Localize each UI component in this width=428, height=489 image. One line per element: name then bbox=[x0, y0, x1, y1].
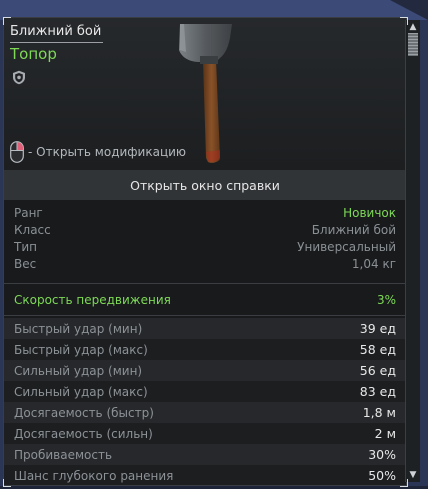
item-category: Ближний бой bbox=[10, 24, 104, 43]
stat-label: Быстрый удар (мин) bbox=[14, 321, 143, 336]
info-value: Ближний бой bbox=[311, 222, 396, 237]
frame-corner bbox=[400, 479, 408, 487]
stat-row: Шанс глубокого ранения 50% bbox=[4, 465, 406, 485]
frame-corner bbox=[3, 479, 11, 487]
open-help-button[interactable]: Открыть окно справки bbox=[4, 170, 406, 200]
stat-label: Шанс глубокого ранения bbox=[14, 468, 174, 483]
info-value: 1,04 кг bbox=[351, 256, 396, 271]
shield-icon bbox=[13, 70, 25, 85]
stat-row: Досягаемость (сильн) 2 м bbox=[4, 423, 406, 444]
divider bbox=[4, 315, 406, 316]
stat-value: 2 м bbox=[374, 426, 396, 441]
speed-value: 3% bbox=[376, 293, 396, 307]
item-tooltip-panel: Ближний бой Топор - Открыть модификацию … bbox=[3, 17, 407, 486]
vertical-scrollbar[interactable]: ▲ ▼ bbox=[405, 20, 420, 482]
stat-row: Досягаемость (быстр) 1,8 м bbox=[4, 402, 406, 423]
stat-value: 83 ед bbox=[359, 384, 396, 399]
info-row-class: Класс Ближний бой bbox=[4, 221, 406, 238]
stat-label: Досягаемость (быстр) bbox=[14, 405, 154, 420]
stat-value: 1,8 м bbox=[362, 405, 396, 420]
info-label: Вес bbox=[14, 256, 37, 271]
item-header: Ближний бой Топор - Открыть модификацию bbox=[4, 18, 406, 170]
stat-label: Сильный удар (мин) bbox=[14, 363, 143, 378]
stat-value: 56 ед bbox=[359, 363, 396, 378]
open-modification-label: - Открыть модификацию bbox=[28, 145, 187, 159]
scrollbar-thumb[interactable] bbox=[408, 33, 418, 56]
info-row-rank: Ранг Новичок bbox=[4, 204, 406, 221]
info-value: Универсальный bbox=[297, 239, 396, 254]
frame-corner bbox=[3, 17, 11, 25]
info-row-type: Тип Универсальный bbox=[4, 238, 406, 255]
open-modification-hint[interactable]: - Открыть модификацию bbox=[10, 140, 186, 164]
item-info-list: Ранг Новичок Класс Ближний бой Тип Униве… bbox=[4, 204, 406, 282]
stat-label: Сильный удар (макс) bbox=[14, 384, 148, 399]
info-row-weight: Вес 1,04 кг bbox=[4, 255, 406, 272]
speed-label: Скорость передвижения bbox=[14, 293, 171, 307]
info-value: Новичок bbox=[343, 205, 396, 220]
stat-label: Быстрый удар (макс) bbox=[14, 342, 148, 357]
chevron-down-icon[interactable]: ▼ bbox=[408, 470, 418, 480]
chevron-up-icon[interactable]: ▲ bbox=[408, 22, 418, 32]
info-label: Тип bbox=[14, 239, 37, 254]
frame-corner bbox=[400, 17, 408, 25]
info-label: Класс bbox=[14, 222, 51, 237]
info-label: Ранг bbox=[14, 205, 43, 220]
stat-value: 50% bbox=[368, 468, 396, 483]
stat-label: Досягаемость (сильн) bbox=[14, 426, 153, 441]
stat-row: Сильный удар (мин) 56 ед bbox=[4, 360, 406, 381]
stat-row: Быстрый удар (макс) 58 ед bbox=[4, 339, 406, 360]
stat-value: 39 ед bbox=[359, 321, 396, 336]
stat-label: Пробиваемость bbox=[14, 447, 113, 462]
stat-value: 30% bbox=[368, 447, 396, 462]
stat-row: Быстрый удар (мин) 39 ед bbox=[4, 318, 406, 339]
stats-list: Быстрый удар (мин) 39 ед Быстрый удар (м… bbox=[4, 318, 406, 485]
item-name: Топор bbox=[10, 45, 57, 63]
stat-row: Сильный удар (макс) 83 ед bbox=[4, 381, 406, 402]
movement-speed-row: Скорость передвижения 3% bbox=[4, 288, 406, 312]
divider bbox=[4, 283, 406, 284]
stat-row: Пробиваемость 30% bbox=[4, 444, 406, 465]
stat-value: 58 ед bbox=[359, 342, 396, 357]
mouse-right-click-icon bbox=[10, 141, 24, 163]
